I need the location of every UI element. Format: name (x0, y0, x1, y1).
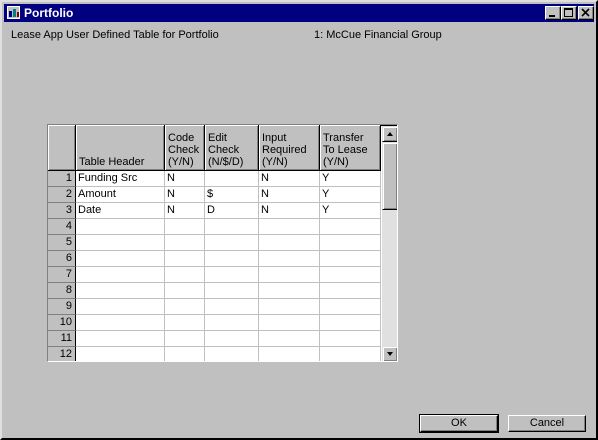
table-cell-code[interactable] (165, 347, 205, 361)
row-number[interactable]: 5 (48, 235, 76, 251)
table-cell-edit[interactable] (205, 315, 259, 331)
row-number[interactable]: 8 (48, 283, 76, 299)
table-cell-header[interactable] (76, 315, 165, 331)
row-number[interactable]: 4 (48, 219, 76, 235)
table-cell-edit[interactable] (205, 347, 259, 361)
table-cell-input[interactable]: N (259, 187, 320, 203)
table-cell-transfer[interactable] (320, 251, 381, 267)
table-cell-header[interactable] (76, 299, 165, 315)
close-button[interactable] (578, 6, 594, 20)
table-cell-transfer[interactable] (320, 315, 381, 331)
table-cell-code[interactable] (165, 267, 205, 283)
table-cell-input[interactable] (259, 219, 320, 235)
close-icon (581, 8, 590, 17)
table-cell-transfer[interactable] (320, 331, 381, 347)
row-number[interactable]: 11 (48, 331, 76, 347)
table-cell-transfer[interactable]: Y (320, 171, 381, 187)
table-cell-code[interactable] (165, 299, 205, 315)
table-cell-transfer[interactable] (320, 283, 381, 299)
table-cell-header[interactable]: Funding Src (76, 171, 165, 187)
table-cell-transfer[interactable] (320, 299, 381, 315)
table-cell-header[interactable] (76, 347, 165, 361)
table-cell-transfer[interactable] (320, 235, 381, 251)
column-header-edit[interactable]: Edit Check (N/$/D) (205, 125, 259, 171)
grid-corner (48, 125, 76, 171)
table-cell-input[interactable] (259, 251, 320, 267)
table-cell-header[interactable] (76, 267, 165, 283)
table-cell-input[interactable] (259, 267, 320, 283)
table-cell-input[interactable]: N (259, 203, 320, 219)
row-number[interactable]: 7 (48, 267, 76, 283)
table-cell-code[interactable]: N (165, 203, 205, 219)
row-number[interactable]: 12 (48, 347, 76, 361)
column-header-input[interactable]: Input Required (Y/N) (259, 125, 320, 171)
arrow-up-icon (387, 132, 393, 136)
table-cell-header[interactable]: Amount (76, 187, 165, 203)
table-cell-input[interactable]: N (259, 171, 320, 187)
row-number[interactable]: 1 (48, 171, 76, 187)
row-number[interactable]: 6 (48, 251, 76, 267)
portfolio-window: Portfolio Lease App User Defined Table f… (0, 0, 598, 440)
table-cell-edit[interactable] (205, 251, 259, 267)
window-title: Portfolio (24, 6, 74, 20)
table-cell-transfer[interactable] (320, 267, 381, 283)
table-cell-input[interactable] (259, 331, 320, 347)
row-number[interactable]: 2 (48, 187, 76, 203)
table-cell-transfer[interactable]: Y (320, 203, 381, 219)
maximize-button[interactable] (561, 6, 577, 20)
cancel-button[interactable]: Cancel (508, 415, 586, 432)
table-cell-edit[interactable] (205, 331, 259, 347)
table-cell-edit[interactable] (205, 235, 259, 251)
arrow-down-icon (387, 352, 393, 356)
row-number[interactable]: 3 (48, 203, 76, 219)
table-description-label: Lease App User Defined Table for Portfol… (11, 29, 219, 41)
table-cell-code[interactable] (165, 331, 205, 347)
table-cell-code[interactable] (165, 315, 205, 331)
table-cell-code[interactable]: N (165, 171, 205, 187)
ok-button[interactable]: OK (419, 414, 499, 433)
table-cell-input[interactable] (259, 283, 320, 299)
scroll-up-button[interactable] (382, 126, 397, 142)
minimize-button[interactable] (545, 6, 561, 20)
table-cell-edit[interactable]: D (205, 203, 259, 219)
table-cell-code[interactable] (165, 235, 205, 251)
scroll-down-button[interactable] (382, 346, 397, 361)
table-cell-edit[interactable] (205, 219, 259, 235)
table-cell-input[interactable] (259, 347, 320, 361)
table-cell-transfer[interactable] (320, 219, 381, 235)
table-cell-transfer[interactable]: Y (320, 187, 381, 203)
maximize-icon (564, 8, 573, 17)
column-header-header[interactable]: Table Header (76, 125, 165, 171)
table-cell-code[interactable] (165, 219, 205, 235)
column-header-transfer[interactable]: Transfer To Lease (Y/N) (320, 125, 381, 171)
title-bar[interactable]: Portfolio (4, 4, 594, 22)
table-cell-input[interactable] (259, 315, 320, 331)
table-cell-header[interactable] (76, 219, 165, 235)
app-icon (7, 6, 20, 19)
column-header-code[interactable]: Code Check (Y/N) (165, 125, 205, 171)
vertical-scrollbar[interactable] (382, 126, 397, 361)
company-label: 1: McCue Financial Group (314, 29, 442, 41)
table-cell-header[interactable] (76, 235, 165, 251)
table-cell-code[interactable] (165, 283, 205, 299)
table-cell-input[interactable] (259, 299, 320, 315)
row-number[interactable]: 9 (48, 299, 76, 315)
user-defined-table-grid[interactable]: Table Header Code Check (Y/N) Edit Check (… (47, 124, 398, 362)
row-number[interactable]: 10 (48, 315, 76, 331)
table-cell-header[interactable] (76, 251, 165, 267)
table-cell-edit[interactable] (205, 283, 259, 299)
table-cell-input[interactable] (259, 235, 320, 251)
table-cell-edit[interactable] (205, 299, 259, 315)
table-cell-edit[interactable]: $ (205, 187, 259, 203)
table-cell-header[interactable]: Date (76, 203, 165, 219)
minimize-icon (549, 15, 555, 17)
table-cell-code[interactable] (165, 251, 205, 267)
table-cell-edit[interactable] (205, 267, 259, 283)
table-cell-transfer[interactable] (320, 347, 381, 361)
scroll-thumb[interactable] (382, 142, 397, 210)
table-cell-header[interactable] (76, 283, 165, 299)
table-cell-edit[interactable] (205, 171, 259, 187)
table-cell-code[interactable]: N (165, 187, 205, 203)
table-cell-header[interactable] (76, 331, 165, 347)
